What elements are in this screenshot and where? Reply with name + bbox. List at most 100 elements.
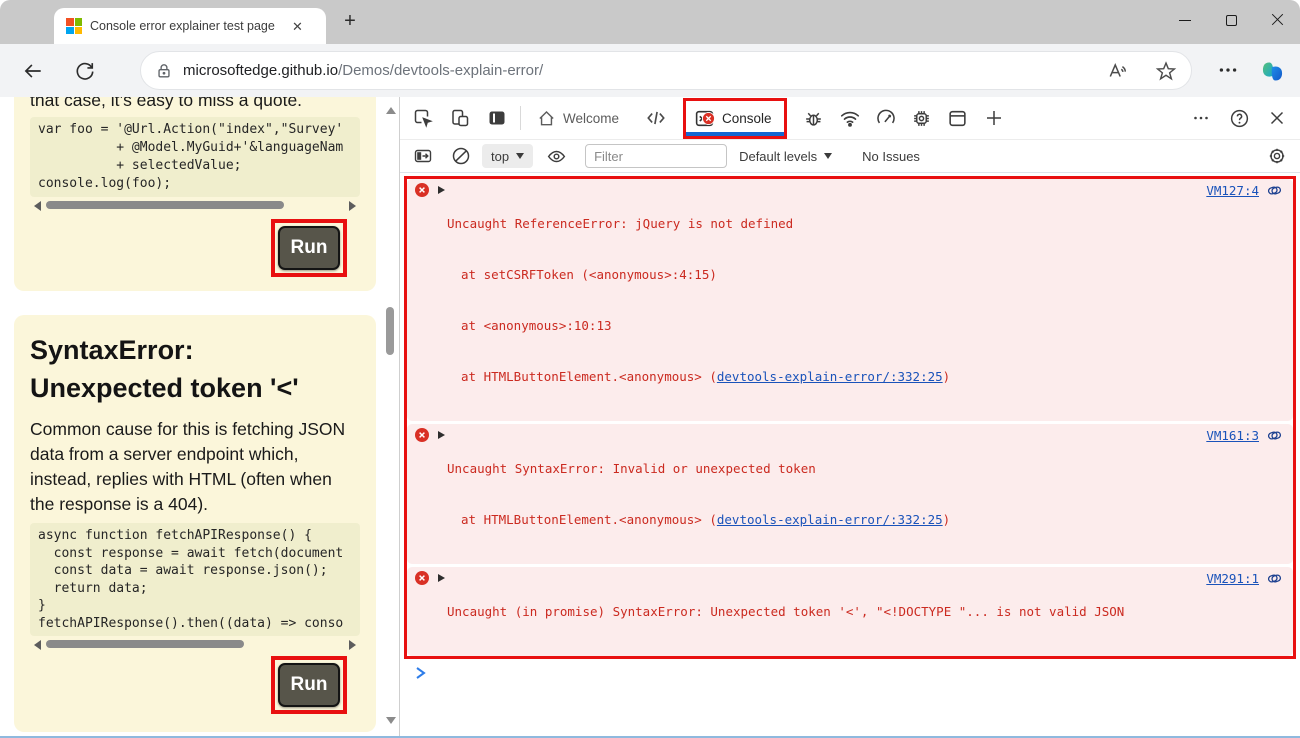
address-bar[interactable]: microsoftedge.github.io/Demos/devtools-e… xyxy=(140,51,1192,90)
console-sidebar-toggle[interactable] xyxy=(408,141,438,171)
window-maximize-button[interactable] xyxy=(1208,0,1254,40)
device-emulation-button[interactable] xyxy=(445,103,475,133)
inspect-icon xyxy=(413,108,433,128)
issues-counter[interactable]: No Issues xyxy=(862,149,920,164)
back-button[interactable] xyxy=(22,60,44,82)
run-button-2[interactable]: Run xyxy=(278,663,340,707)
close-devtools-button[interactable] xyxy=(1262,103,1292,133)
url-host: microsoftedge.github.io xyxy=(183,62,338,79)
log-levels-dropdown[interactable]: Default levels xyxy=(739,149,832,164)
help-button[interactable] xyxy=(1224,103,1254,133)
filter-input[interactable] xyxy=(585,144,727,168)
navigation-bar: microsoftedge.github.io/Demos/devtools-e… xyxy=(0,44,1300,97)
copilot-button[interactable] xyxy=(1259,58,1286,85)
lock-icon xyxy=(155,62,173,80)
vm-source-link[interactable]: VM161:3 xyxy=(1206,428,1259,443)
console-tab-label[interactable]: Console xyxy=(722,111,772,126)
stack-line: at <anonymous>:10:13 xyxy=(447,317,950,334)
syntax-error-heading: SyntaxError: Unexpected token '<' xyxy=(30,331,346,407)
scroll-right-icon[interactable] xyxy=(349,201,356,211)
console-prompt[interactable] xyxy=(414,666,1300,685)
more-tools-button[interactable] xyxy=(979,103,1009,133)
performance-button[interactable] xyxy=(871,103,901,133)
refresh-icon xyxy=(74,60,96,82)
devtools-toolbar: Welcome Console xyxy=(400,97,1300,140)
network-button[interactable] xyxy=(835,103,865,133)
copilot-explain-icon[interactable] xyxy=(1266,570,1283,587)
clear-console-button[interactable] xyxy=(446,141,476,171)
copilot-explain-icon[interactable] xyxy=(1266,182,1283,199)
expand-triangle-icon[interactable] xyxy=(438,431,445,439)
horizontal-scrollbar-1[interactable] xyxy=(30,199,360,211)
minimize-icon xyxy=(1179,20,1191,21)
vm-source-link[interactable]: VM291:1 xyxy=(1206,571,1259,586)
scroll-left-icon[interactable] xyxy=(34,640,41,650)
clear-icon xyxy=(451,146,471,166)
copilot-explain-icon[interactable] xyxy=(1266,427,1283,444)
log-levels-label: Default levels xyxy=(739,149,817,164)
app-window-icon xyxy=(947,108,968,129)
window-close-button[interactable] xyxy=(1254,0,1300,40)
device-toolbar-icon xyxy=(450,108,470,128)
bug-icon xyxy=(803,108,824,129)
run-button-1[interactable]: Run xyxy=(278,226,340,270)
tab-sources[interactable] xyxy=(641,103,671,133)
eye-icon xyxy=(546,146,567,167)
live-expression-button[interactable] xyxy=(541,141,571,171)
expand-triangle-icon[interactable] xyxy=(438,574,445,582)
chevron-down-icon xyxy=(516,153,524,159)
horizontal-scrollbar-2[interactable] xyxy=(30,638,360,650)
source-location-link[interactable]: devtools-explain-error/:332:25 xyxy=(717,369,943,384)
scrollbar-thumb[interactable] xyxy=(46,201,284,209)
console-error-message-2[interactable]: Uncaught SyntaxError: Invalid or unexpec… xyxy=(407,424,1293,564)
console-error-message-1[interactable]: Uncaught ReferenceError: jQuery is not d… xyxy=(407,179,1293,421)
layout-panel-icon xyxy=(487,108,507,128)
window-minimize-button[interactable] xyxy=(1162,0,1208,40)
console-tab-annotation: Console xyxy=(683,98,787,139)
scrollbar-thumb[interactable] xyxy=(386,307,394,355)
customize-devtools-button[interactable] xyxy=(1186,103,1216,133)
console-tab[interactable] xyxy=(694,108,715,129)
url-text: microsoftedge.github.io/Demos/devtools-e… xyxy=(183,62,543,79)
expand-triangle-icon[interactable] xyxy=(438,186,445,194)
scroll-up-icon[interactable] xyxy=(386,107,396,114)
vm-source-link[interactable]: VM127:4 xyxy=(1206,183,1259,198)
scroll-left-icon[interactable] xyxy=(34,201,41,211)
read-aloud-icon[interactable] xyxy=(1107,60,1129,82)
welcome-tab-label: Welcome xyxy=(563,111,619,126)
activity-bar-layout-button[interactable] xyxy=(482,103,512,133)
scroll-right-icon[interactable] xyxy=(349,640,356,650)
gauge-icon xyxy=(875,107,897,129)
inspect-element-button[interactable] xyxy=(408,103,438,133)
favorites-star-icon[interactable] xyxy=(1155,60,1177,82)
url-path: /Demos/devtools-explain-error/ xyxy=(338,62,543,79)
error-example-card-1: that case, it’s easy to miss a quote. va… xyxy=(14,97,376,291)
back-arrow-icon xyxy=(22,60,44,82)
error-icon xyxy=(415,428,429,442)
console-messages-annotation: Uncaught ReferenceError: jQuery is not d… xyxy=(404,176,1296,659)
scroll-down-icon[interactable] xyxy=(386,717,396,724)
context-selector[interactable]: top xyxy=(482,144,533,168)
tab-welcome[interactable]: Welcome xyxy=(537,109,619,128)
console-error-message-3[interactable]: Uncaught (in promise) SyntaxError: Unexp… xyxy=(407,567,1293,656)
devtools-pane: Welcome Console xyxy=(400,97,1300,738)
tab-close-icon[interactable]: ✕ xyxy=(292,20,303,33)
settings-menu-button[interactable] xyxy=(1216,58,1240,82)
tab-title: Console error explainer test page xyxy=(90,19,286,33)
debugger-button[interactable] xyxy=(799,103,829,133)
source-location-link[interactable]: devtools-explain-error/:332:25 xyxy=(717,512,943,527)
browser-window: Console error explainer test page ✕ + mi… xyxy=(0,0,1300,738)
new-tab-button[interactable]: + xyxy=(341,13,359,31)
maximize-icon xyxy=(1226,15,1237,26)
error-text-block: Uncaught (in promise) SyntaxError: Unexp… xyxy=(447,569,1124,654)
console-settings-button[interactable] xyxy=(1262,141,1292,171)
scrollbar-thumb[interactable] xyxy=(46,640,244,648)
browser-tab[interactable]: Console error explainer test page ✕ xyxy=(54,8,326,44)
console-prompt-chevron-icon xyxy=(414,666,428,680)
memory-button[interactable] xyxy=(907,103,937,133)
vertical-scrollbar[interactable] xyxy=(383,97,398,738)
application-button[interactable] xyxy=(943,103,973,133)
error-text-block: Uncaught SyntaxError: Invalid or unexpec… xyxy=(447,426,950,562)
home-icon xyxy=(537,109,556,128)
refresh-button[interactable] xyxy=(74,60,96,82)
